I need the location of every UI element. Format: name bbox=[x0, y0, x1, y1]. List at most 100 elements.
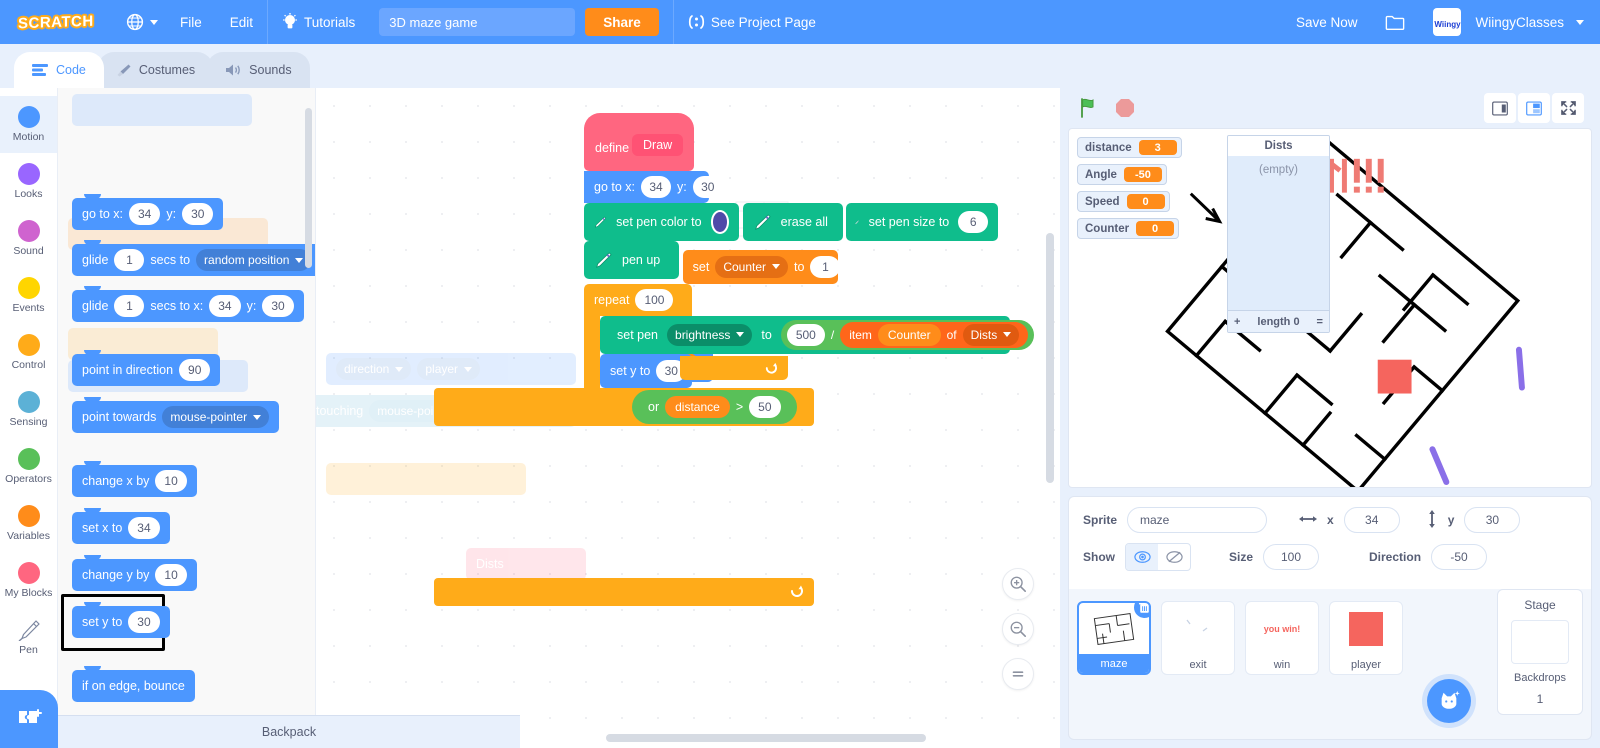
my-stuff-button[interactable] bbox=[1371, 0, 1419, 44]
script-block-set-variable[interactable]: set Counter to 1 bbox=[682, 249, 841, 284]
category-looks[interactable]: Looks bbox=[0, 153, 57, 210]
block-input-y[interactable]: 30 bbox=[128, 611, 160, 633]
script-block-set-pen-brightness[interactable]: set pen brightness to 500 / item Counter… bbox=[600, 315, 1035, 354]
category-pen[interactable]: Pen bbox=[0, 609, 57, 666]
list-resize-handle[interactable]: = bbox=[1317, 316, 1323, 328]
block-dropdown-variable[interactable]: Counter bbox=[715, 255, 789, 278]
list-monitor-dists[interactable]: Dists (empty) + length 0 = bbox=[1227, 135, 1330, 333]
code-workspace[interactable]: direction player touching mouse-pointer bbox=[316, 88, 1060, 748]
sprite-size-input[interactable] bbox=[1263, 544, 1320, 570]
sprite-x-input[interactable] bbox=[1343, 507, 1400, 533]
small-stage-button[interactable] bbox=[1484, 93, 1516, 123]
category-sensing[interactable]: Sensing bbox=[0, 381, 57, 438]
palette-block-set-y-to[interactable]: set y to 30 bbox=[72, 602, 170, 638]
block-input-y[interactable]: 30 bbox=[262, 295, 294, 317]
sprite-card-maze[interactable]: maze bbox=[1077, 601, 1151, 675]
large-stage-button[interactable] bbox=[1518, 93, 1550, 123]
block-palette[interactable]: go to x: 34 y: 30 glide 1 secs to random… bbox=[58, 88, 316, 748]
block-input-secs[interactable]: 1 bbox=[114, 295, 145, 317]
tab-costumes[interactable]: Costumes bbox=[97, 52, 214, 88]
block-input-x[interactable]: 34 bbox=[641, 176, 671, 198]
category-motion[interactable]: Motion bbox=[0, 96, 57, 153]
block-input-dx[interactable]: 10 bbox=[155, 470, 187, 492]
block-input-pen-size[interactable]: 6 bbox=[958, 211, 989, 233]
partial-blk-loop-end[interactable] bbox=[434, 578, 814, 606]
palette-block-change-y-by[interactable]: change y by 10 bbox=[72, 555, 197, 591]
block-input-x[interactable]: 34 bbox=[209, 295, 241, 317]
palette-scrollbar[interactable] bbox=[305, 108, 312, 268]
menu-edit[interactable]: Edit bbox=[216, 0, 267, 44]
see-project-page-button[interactable]: See Project Page bbox=[674, 0, 830, 44]
variable-monitor-angle[interactable]: Angle -50 bbox=[1077, 164, 1167, 185]
category-sound[interactable]: Sound bbox=[0, 210, 57, 267]
sprite-card-exit[interactable]: exit bbox=[1161, 601, 1235, 675]
backpack-bar[interactable]: Backpack bbox=[58, 715, 520, 748]
palette-block-set-x-to[interactable]: set x to 34 bbox=[72, 508, 170, 544]
repeat-header[interactable]: repeat 100 bbox=[584, 283, 692, 316]
define-procedure-name[interactable]: Draw bbox=[632, 134, 684, 156]
variable-monitor-counter[interactable]: Counter 0 bbox=[1077, 218, 1180, 239]
palette-block-go-to-xy[interactable]: go to x: 34 y: 30 bbox=[72, 194, 224, 230]
workspace-vertical-scrollbar[interactable] bbox=[1046, 233, 1054, 483]
category-variables[interactable]: Variables bbox=[0, 495, 57, 552]
stage[interactable]: distance 3 Angle -50 Speed 0 Counter 0 D… bbox=[1068, 128, 1592, 488]
block-input-y[interactable]: 30 bbox=[692, 176, 723, 198]
sprite-direction-input[interactable] bbox=[1431, 544, 1488, 570]
workspace-horizontal-scrollbar[interactable] bbox=[606, 734, 926, 742]
category-operators[interactable]: Operators bbox=[0, 438, 57, 495]
palette-block-glide-to-xy[interactable]: glide 1 secs to x: 34 y: 30 bbox=[72, 286, 304, 322]
repeat-footer[interactable] bbox=[679, 356, 788, 380]
palette-block-if-on-edge-bounce[interactable]: if on edge, bounce bbox=[72, 666, 195, 702]
palette-block-point-in-direction[interactable]: point in direction 90 bbox=[72, 350, 221, 386]
variable-counter[interactable]: Counter bbox=[877, 323, 941, 346]
variable-distance[interactable]: distance bbox=[665, 396, 730, 418]
variable-monitor-speed[interactable]: Speed 0 bbox=[1077, 191, 1170, 212]
sprite-card-win[interactable]: you win! win bbox=[1245, 601, 1319, 675]
category-my-blocks[interactable]: My Blocks bbox=[0, 552, 57, 609]
green-flag-button[interactable] bbox=[1076, 95, 1102, 121]
fullscreen-button[interactable] bbox=[1552, 93, 1584, 123]
sprite-list[interactable]: maze exit you win! win player Stage Back… bbox=[1068, 589, 1592, 740]
reporter-item-of-list[interactable]: item Counter of Dists bbox=[840, 321, 1029, 348]
pen-color-swatch[interactable] bbox=[710, 210, 729, 234]
scratch-logo[interactable]: SCRATCH bbox=[12, 9, 100, 35]
account-menu[interactable]: Wiingy WiingyClasses bbox=[1419, 0, 1588, 44]
palette-block-glide-to-random[interactable]: glide 1 secs to random position bbox=[72, 240, 315, 276]
palette-block-point-towards[interactable]: point towards mouse-pointer bbox=[72, 397, 280, 433]
menu-tutorials[interactable]: Tutorials bbox=[268, 0, 369, 44]
sprite-y-input[interactable] bbox=[1464, 507, 1521, 533]
category-control[interactable]: Control bbox=[0, 324, 57, 381]
block-input-direction[interactable]: 90 bbox=[179, 359, 211, 381]
block-input-y[interactable]: 30 bbox=[182, 203, 214, 225]
block-dropdown-target[interactable]: random position bbox=[196, 249, 312, 271]
block-input-dy[interactable]: 10 bbox=[155, 564, 187, 586]
block-dropdown-target[interactable]: mouse-pointer bbox=[162, 406, 270, 428]
block-input-repeat-count[interactable]: 100 bbox=[635, 288, 674, 311]
save-now-button[interactable]: Save Now bbox=[1282, 0, 1372, 44]
block-input-secs[interactable]: 1 bbox=[114, 249, 145, 271]
sprite-visibility-toggle[interactable] bbox=[1125, 543, 1191, 571]
stop-button[interactable] bbox=[1112, 95, 1138, 121]
block-input-x[interactable]: 34 bbox=[129, 203, 161, 225]
tab-code[interactable]: Code bbox=[14, 52, 104, 88]
stage-selector-panel[interactable]: Stage Backdrops 1 bbox=[1497, 589, 1583, 715]
language-menu[interactable] bbox=[116, 0, 166, 44]
operator-divide[interactable]: 500 / item Counter of Dists bbox=[780, 319, 1035, 350]
block-dropdown-pen-param[interactable]: brightness bbox=[667, 323, 753, 346]
zoom-in-button[interactable] bbox=[1002, 568, 1034, 600]
script-block-set-y-to[interactable]: set y to 30 bbox=[600, 353, 692, 388]
menu-file[interactable]: File bbox=[166, 0, 216, 44]
add-extension-button[interactable] bbox=[0, 690, 58, 748]
list-monitor-body[interactable]: (empty) bbox=[1228, 156, 1329, 310]
zoom-out-button[interactable] bbox=[1002, 613, 1034, 645]
block-input-value[interactable]: 1 bbox=[810, 255, 841, 278]
sprite-name-input[interactable] bbox=[1127, 507, 1268, 533]
divide-numerator-input[interactable]: 500 bbox=[786, 323, 825, 346]
define-hat-block[interactable]: define Draw bbox=[584, 113, 694, 171]
category-events[interactable]: Events bbox=[0, 267, 57, 324]
palette-block-change-x-by[interactable]: change x by 10 bbox=[72, 461, 197, 497]
sprite-card-player[interactable]: player bbox=[1329, 601, 1403, 675]
block-dropdown-list[interactable]: Dists bbox=[962, 323, 1020, 346]
share-button[interactable]: Share bbox=[585, 8, 659, 36]
block-input-x[interactable]: 34 bbox=[128, 517, 160, 539]
